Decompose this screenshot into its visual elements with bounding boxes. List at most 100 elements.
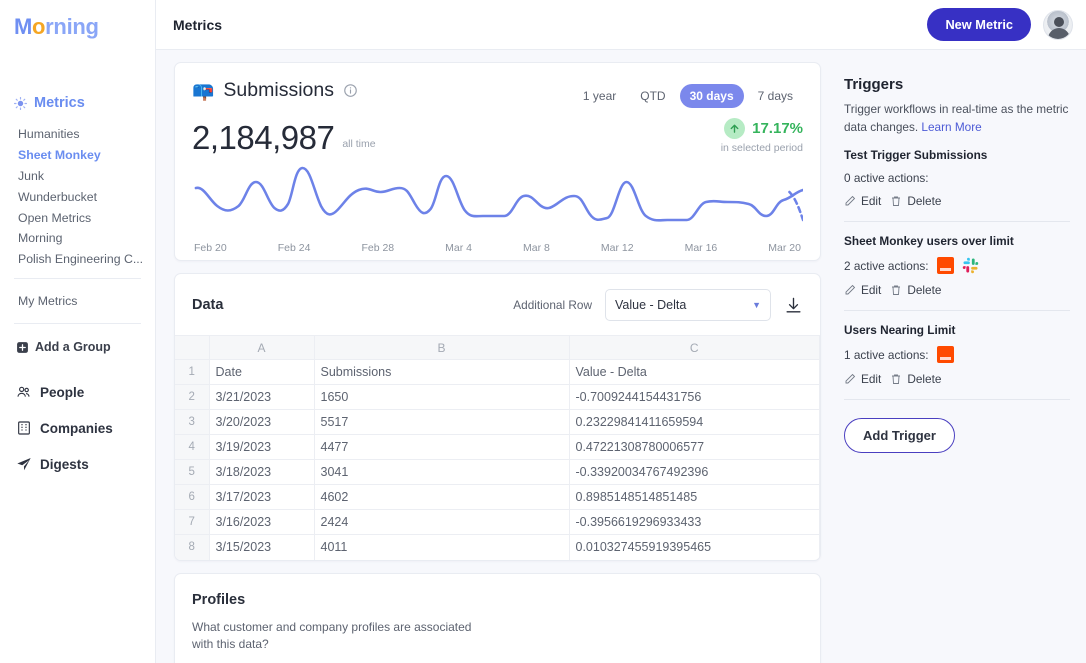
cell-delta: 0.010327455919395465 xyxy=(569,534,820,560)
edit-label: Edit xyxy=(861,283,882,298)
trigger-name: Users Nearing Limit xyxy=(844,323,956,338)
trigger-delete-button[interactable]: Delete xyxy=(890,194,941,208)
cell-delta: -0.3956619296933433 xyxy=(569,509,820,535)
sidebar-item-companies[interactable]: Companies xyxy=(16,410,155,446)
my-metrics-label: My Metrics xyxy=(18,294,78,309)
range-7-days[interactable]: 7 days xyxy=(748,84,803,108)
corner-cell xyxy=(175,335,210,360)
sidebar-item-digests[interactable]: Digests xyxy=(16,446,155,482)
additional-row-select[interactable]: Value - Delta ▼ xyxy=(605,289,771,321)
range-30-days[interactable]: 30 days xyxy=(679,84,744,108)
trash-icon xyxy=(892,285,901,296)
row-number: 7 xyxy=(175,509,210,535)
cell-submissions: 5517 xyxy=(314,409,570,435)
col-letter-a[interactable]: A xyxy=(209,335,315,360)
col-letter-b[interactable]: B xyxy=(314,335,570,360)
x-tick: Mar 16 xyxy=(684,242,718,254)
table-row: 6 3/17/2023 4602 0.8985148514851485 xyxy=(175,484,820,510)
sidebar-group-humanities[interactable]: Humanities xyxy=(18,124,155,145)
cell-submissions: 4477 xyxy=(314,434,570,460)
plus-square-icon xyxy=(17,342,28,353)
sidebar-group-open-metrics[interactable]: Open Metrics xyxy=(18,207,155,228)
logo-part1: M xyxy=(14,14,33,39)
data-table: A B C 1 Date Submissions Value - Delta 2… xyxy=(175,335,820,560)
trash-icon xyxy=(892,374,901,385)
trigger-item: Test Trigger Submissions 0 active action… xyxy=(844,136,1070,223)
delete-label: Delete xyxy=(907,283,942,298)
trigger-delete-button[interactable]: Delete xyxy=(890,283,941,297)
sidebar-group-sheet-monkey[interactable]: Sheet Monkey xyxy=(18,145,155,166)
cell-date: 3/17/2023 xyxy=(209,484,315,510)
cell-date: 3/15/2023 xyxy=(209,534,315,560)
cell-date: 3/21/2023 xyxy=(209,384,315,410)
sidebar-item-people[interactable]: People xyxy=(16,374,155,410)
table-row: 4 3/19/2023 4477 0.47221308780006577 xyxy=(175,434,820,460)
zapier-icon[interactable] xyxy=(936,257,954,275)
trigger-edit-button[interactable]: Edit xyxy=(844,372,881,386)
sidebar-divider-2 xyxy=(14,323,141,325)
sidebar-nav-bottom: People Companies Digests xyxy=(0,374,155,482)
data-header: Data Additional Row Value - Delta ▼ xyxy=(175,274,820,335)
slack-icon[interactable] xyxy=(962,257,979,274)
cell-date: 3/16/2023 xyxy=(209,509,315,535)
range-qtd[interactable]: QTD xyxy=(630,84,675,108)
metric-chart xyxy=(192,162,803,236)
header-delta: Value - Delta xyxy=(569,359,820,385)
cell-submissions: 4011 xyxy=(314,534,570,560)
cell-delta: -0.7009244154431756 xyxy=(569,384,820,410)
learn-more-link[interactable]: Learn More xyxy=(921,120,981,134)
trigger-edit-button[interactable]: Edit xyxy=(844,194,881,208)
sidebar-group-polish-engineering[interactable]: Polish Engineering C... xyxy=(18,249,155,270)
sidebar-digests-label: Digests xyxy=(40,456,89,472)
metric-title-group: 📪 Submissions xyxy=(192,79,358,102)
delta-row: 17.17% xyxy=(721,118,803,139)
cell-date: 3/18/2023 xyxy=(209,459,315,485)
data-title: Data xyxy=(192,297,224,313)
app-logo[interactable]: Morning xyxy=(0,0,155,40)
new-metric-button[interactable]: New Metric xyxy=(927,8,1031,41)
content-area: 📪 Submissions 1 year QTD 30 days 7 days … xyxy=(156,50,1086,663)
x-tick: Mar 12 xyxy=(600,242,634,254)
trigger-delete-button[interactable]: Delete xyxy=(890,372,941,386)
sidebar-group-junk[interactable]: Junk xyxy=(18,166,155,187)
people-icon xyxy=(17,387,30,398)
sidebar-metrics-label: Metrics xyxy=(34,95,85,111)
add-group-button[interactable]: Add a Group xyxy=(0,333,155,354)
cell-delta: 0.23229841411659594 xyxy=(569,409,820,435)
row-number: 4 xyxy=(175,434,210,460)
group-label: Polish Engineering C... xyxy=(18,252,144,267)
add-trigger-button[interactable]: Add Trigger xyxy=(844,418,955,454)
trigger-edit-button[interactable]: Edit xyxy=(844,283,881,297)
x-tick: Mar 20 xyxy=(768,242,801,254)
trigger-links: Edit Delete xyxy=(844,194,1070,208)
edit-label: Edit xyxy=(861,194,882,209)
cell-submissions: 4602 xyxy=(314,484,570,510)
arrow-up-icon xyxy=(724,118,746,139)
col-letter-c[interactable]: C xyxy=(569,335,820,360)
group-label: Sheet Monkey xyxy=(18,148,101,163)
avatar-head xyxy=(1054,16,1064,27)
table-column-letters: A B C xyxy=(175,335,820,360)
sidebar-group-morning[interactable]: Morning xyxy=(18,228,155,249)
info-icon[interactable] xyxy=(343,83,358,98)
avatar[interactable] xyxy=(1043,9,1073,40)
metric-name: Submissions xyxy=(223,79,334,101)
additional-row-value: Value - Delta xyxy=(615,298,687,312)
profiles-description: What customer and company profiles are a… xyxy=(192,619,472,651)
paper-plane-icon xyxy=(17,458,31,471)
trigger-actions-count: 2 active actions: xyxy=(844,258,929,273)
x-tick: Mar 4 xyxy=(445,242,472,254)
triggers-panel: Triggers Trigger workflows in real-time … xyxy=(834,62,1086,663)
table-row-header: 1 Date Submissions Value - Delta xyxy=(175,359,820,385)
download-icon[interactable] xyxy=(784,296,803,315)
sidebar-group-wunderbucket[interactable]: Wunderbucket xyxy=(18,186,155,207)
zapier-icon[interactable] xyxy=(936,346,954,364)
sidebar-metric-groups: Humanities Sheet Monkey Junk Wunderbucke… xyxy=(0,124,155,269)
sidebar-item-my-metrics[interactable]: My Metrics xyxy=(0,288,155,314)
top-bar: Metrics New Metric xyxy=(156,0,1086,50)
delta-caption: in selected period xyxy=(720,142,803,154)
table-row: 7 3/16/2023 2424 -0.3956619296933433 xyxy=(175,509,820,535)
range-1-year[interactable]: 1 year xyxy=(573,84,626,108)
sidebar-item-metrics[interactable]: Metrics xyxy=(0,95,155,111)
logo-sun-o: o xyxy=(32,14,46,39)
